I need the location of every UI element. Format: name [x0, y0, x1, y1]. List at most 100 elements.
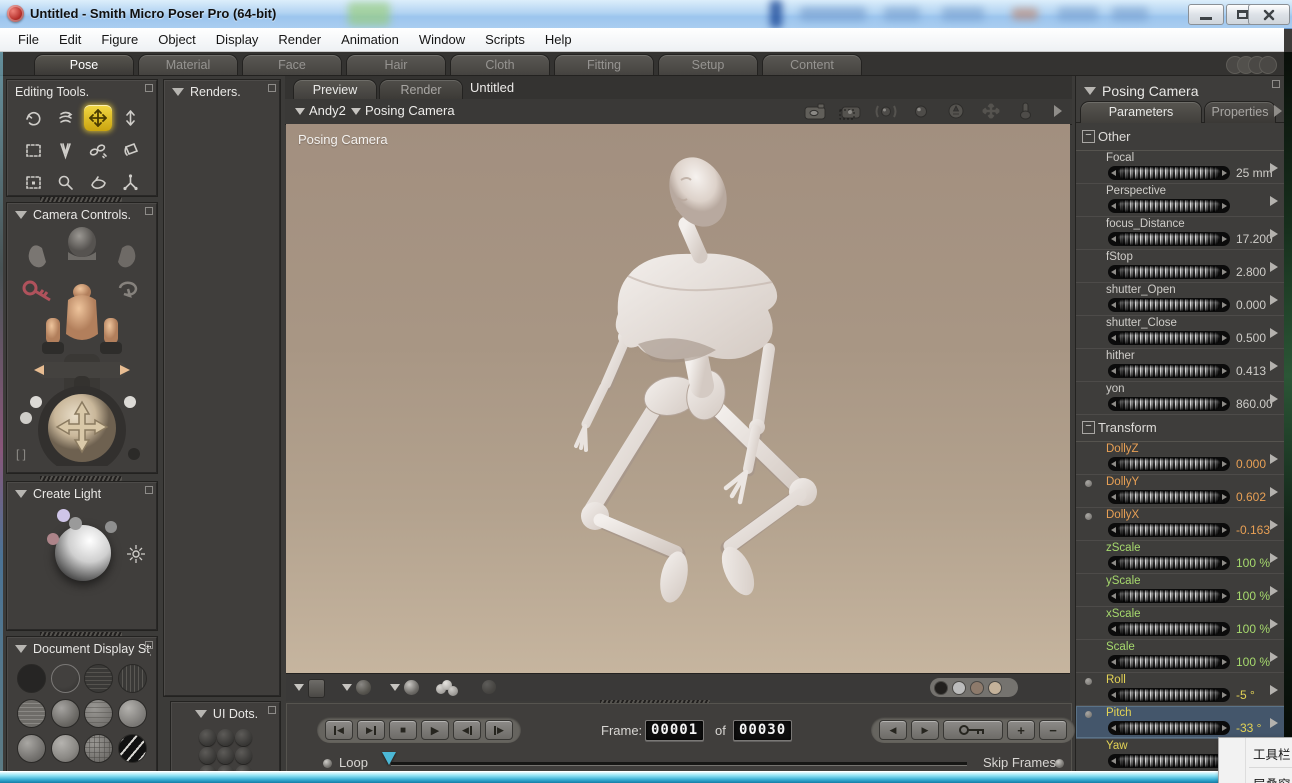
menu-display[interactable]: Display — [206, 29, 269, 51]
mannequin-figure[interactable] — [286, 124, 1070, 673]
room-tab-face[interactable]: Face — [242, 54, 342, 75]
pane-layout-icon[interactable] — [308, 679, 325, 698]
panel-corner-icon[interactable] — [145, 207, 153, 215]
param-value[interactable]: -0.163 — [1236, 523, 1270, 537]
camera-dropdown-icon[interactable] — [351, 108, 361, 115]
ui-dot-3[interactable] — [235, 729, 252, 746]
menu-animation[interactable]: Animation — [331, 29, 409, 51]
param-value[interactable]: 0.602 — [1236, 490, 1266, 504]
head-camera[interactable] — [68, 227, 96, 257]
tab-render[interactable]: Render — [379, 79, 463, 100]
panel-corner-icon[interactable] — [268, 706, 276, 714]
collapse-triangle-icon[interactable] — [172, 88, 184, 96]
twist-tool[interactable] — [52, 105, 80, 131]
stop-button[interactable]: ■ — [389, 720, 417, 740]
param-dial[interactable] — [1108, 166, 1230, 180]
light-dot-3[interactable] — [105, 521, 117, 533]
menu-window[interactable]: Window — [409, 29, 475, 51]
collapse-triangle-icon[interactable] — [195, 710, 207, 718]
light-sphere[interactable] — [55, 525, 111, 581]
loop-indicator-dot[interactable] — [323, 759, 332, 768]
menu-render[interactable]: Render — [268, 29, 331, 51]
collapse-triangle-icon[interactable] — [1084, 87, 1096, 95]
figure-dropdown-icon[interactable] — [295, 108, 305, 115]
param-value[interactable]: 17.200 — [1236, 232, 1273, 246]
collapse-triangle-icon[interactable] — [15, 211, 27, 219]
param-options-icon[interactable] — [1270, 295, 1278, 305]
param-options-icon[interactable] — [1270, 328, 1278, 338]
param-dial[interactable] — [1108, 622, 1230, 636]
element-style-sphere-icon[interactable] — [404, 680, 419, 695]
param-dial[interactable] — [1108, 721, 1230, 735]
collapse-triangle-icon[interactable] — [15, 645, 27, 653]
step-forward-button[interactable]: ▶ — [485, 720, 513, 740]
display-style-texture-shaded[interactable] — [84, 734, 113, 763]
param-dial[interactable] — [1108, 556, 1230, 570]
light-dot-1[interactable] — [57, 509, 70, 522]
fly-dot[interactable] — [20, 412, 32, 424]
right-hand-camera[interactable] — [118, 245, 135, 267]
menu-file[interactable]: File — [8, 29, 49, 51]
light-dot-2[interactable] — [69, 517, 82, 530]
translate-inout-tool[interactable] — [117, 105, 145, 131]
display-style-hidden-line[interactable] — [118, 664, 147, 693]
trackball[interactable] — [38, 386, 126, 466]
direct-manipulation-tool[interactable] — [117, 169, 145, 195]
posing-camera-hand[interactable] — [100, 318, 122, 354]
left-hand-camera[interactable] — [29, 245, 46, 267]
panel-corner-icon[interactable] — [268, 84, 276, 92]
color-tool[interactable] — [117, 137, 145, 163]
display-style-lit-wireframe[interactable] — [17, 699, 46, 728]
display-style-flat-lined[interactable] — [84, 699, 113, 728]
display-style-sketch[interactable] — [118, 734, 147, 763]
display-color-swatch-3[interactable] — [970, 681, 984, 695]
multi-sphere-icon[interactable] — [436, 678, 462, 696]
taper-tool[interactable] — [52, 137, 80, 163]
collapse-box-icon[interactable]: − — [1082, 421, 1095, 434]
display-style-flat-shaded[interactable] — [51, 699, 80, 728]
ghost-sphere-icon[interactable] — [482, 680, 496, 694]
param-dial[interactable] — [1108, 589, 1230, 603]
ui-dot-4[interactable] — [199, 747, 216, 764]
display-color-swatch-2[interactable] — [952, 681, 966, 695]
param-options-icon[interactable] — [1270, 718, 1278, 728]
sun-icon[interactable] — [127, 545, 145, 563]
trackball-sphere-icon[interactable] — [944, 102, 968, 120]
param-options-icon[interactable] — [1270, 553, 1278, 563]
flyaround-icon[interactable] — [120, 283, 136, 296]
camera-selector[interactable]: Posing Camera — [365, 103, 455, 118]
param-dial[interactable] — [1108, 364, 1230, 378]
ui-dot-5[interactable] — [217, 747, 234, 764]
keyframe-dot-icon[interactable] — [1085, 513, 1092, 520]
param-dial[interactable] — [1108, 688, 1230, 702]
keyframe-dot-icon[interactable] — [1085, 480, 1092, 487]
keyframe-dot-icon[interactable] — [1085, 678, 1092, 685]
display-color-swatch-4[interactable] — [988, 681, 1002, 695]
timeline-track[interactable] — [391, 762, 967, 766]
minimize-button[interactable] — [1188, 4, 1224, 25]
shadow-dot[interactable] — [128, 448, 140, 460]
param-dial[interactable] — [1108, 754, 1230, 768]
param-options-icon[interactable] — [1270, 685, 1278, 695]
ui-dot-1[interactable] — [199, 729, 216, 746]
param-dial[interactable] — [1108, 397, 1230, 411]
grouping-tool[interactable] — [19, 169, 47, 195]
param-value[interactable]: -33 ° — [1236, 721, 1261, 735]
param-options-icon[interactable] — [1270, 394, 1278, 404]
rotate-tool[interactable] — [19, 105, 47, 131]
param-value[interactable]: 2.800 — [1236, 265, 1266, 279]
param-options-icon[interactable] — [1270, 163, 1278, 173]
display-style-cartoon[interactable] — [118, 699, 147, 728]
menu-edit[interactable]: Edit — [49, 29, 91, 51]
ui-dot-2[interactable] — [217, 729, 234, 746]
param-value[interactable]: 100 % — [1236, 655, 1270, 669]
param-dial[interactable] — [1108, 265, 1230, 279]
prev-key-button[interactable]: ◀ — [879, 720, 907, 740]
param-options-icon[interactable] — [1270, 196, 1278, 206]
room-tab-content[interactable]: Content — [762, 54, 862, 75]
current-frame-field[interactable]: 00001 — [645, 720, 704, 741]
param-value[interactable]: -5 ° — [1236, 688, 1255, 702]
param-options-icon[interactable] — [1270, 262, 1278, 272]
param-options-icon[interactable] — [1270, 487, 1278, 497]
tab-preview[interactable]: Preview — [293, 79, 377, 100]
